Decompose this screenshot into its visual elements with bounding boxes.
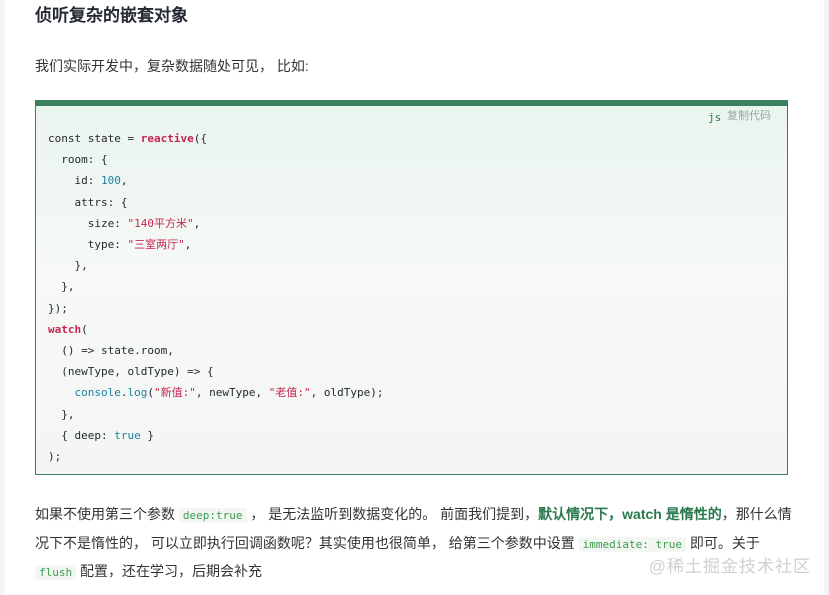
code-token: } [140,428,154,442]
code-token: "新值:" [153,386,196,400]
para-text-5: 配置，还在学习，后期会补充 [76,563,263,579]
code-line: const state = reactive({ [48,128,383,149]
code-token: , oldType); [310,386,384,400]
code-token: log [127,386,148,400]
code-line: id: 100, [48,170,383,191]
code-token: , [120,174,128,188]
code-token: }, [48,280,75,294]
code-token: true [114,428,141,442]
code-token: size: [48,216,128,230]
code-token: { deep: [48,428,115,442]
code-token: reactive [140,132,194,145]
code-token: }, [48,407,75,421]
code-token: type: [48,238,128,252]
code-token: ); [48,450,62,464]
para-text-2: ， 是无法监听到数据变化的。 前面我们提到， [246,506,539,522]
intro-text: 我们实际开发中，复杂数据随处可见， 比如: [35,58,309,74]
code-content: const state = reactive({ room: { id: 100… [48,128,383,467]
code-token: ( [81,322,88,336]
code-line: ); [48,446,383,467]
code-line: attrs: { [48,192,383,213]
code-token: () => state.room, [48,344,174,358]
code-token: 100 [100,174,121,188]
code-token: const state = [48,132,141,145]
code-line: console.log("新值:", newType, "老值:", oldTy… [48,382,384,403]
emphasis-lazy-watch: 默认情况下，watch 是惰性的 [538,506,722,522]
code-token: , newType, [195,386,269,400]
para-text-1: 如果不使用第三个参数 [35,506,179,522]
code-token: "老值:" [268,386,311,400]
code-token: id: [48,174,101,188]
code-token: }); [48,301,68,315]
code-line: { deep: true } [48,425,383,446]
code-line: }, [48,276,383,297]
code-line: (newType, oldType) => { [48,361,383,382]
code-token: room: { [48,153,108,167]
code-line: () => state.room, [48,340,383,361]
code-token: , [193,216,201,230]
copy-code-button[interactable]: 复制代码 [727,107,771,123]
code-token: (newType, oldType) => { [48,365,214,379]
inline-code-deep: deep:true [178,508,247,523]
right-gutter [824,0,829,595]
code-token: "三室两厅" [127,238,185,252]
left-gutter [0,0,5,595]
code-line: size: "140平方米", [48,213,383,234]
inline-code-flush: flush [35,565,77,580]
code-token: console [74,386,121,400]
code-token: attrs: { [48,195,128,209]
para-text-4: 即可。关于 [686,534,760,551]
code-token: watch [48,322,82,336]
code-line: }); [48,298,383,319]
code-token: ({ [193,132,207,145]
code-line: }, [48,255,383,276]
article-page: 侦听复杂的嵌套对象 我们实际开发中，复杂数据随处可见， 比如: js 复制代码 … [0,0,829,595]
code-language-tag: js [708,111,722,124]
code-line: watch( [48,319,383,340]
code-line: }, [48,404,383,425]
inline-code-immediate: immediate: true [578,536,687,552]
section-heading: 侦听复杂的嵌套对象 [35,6,188,25]
code-line: room: { [48,149,383,170]
code-token: ( [147,386,154,400]
code-token: "140平方米" [127,216,194,230]
code-token: }, [48,259,88,273]
code-block: js 复制代码 const state = reactive({ room: {… [35,100,788,475]
code-line: type: "三室两厅", [48,234,383,255]
site-watermark: @稀土掘金技术社区 [648,557,811,576]
code-token: , [184,238,192,252]
